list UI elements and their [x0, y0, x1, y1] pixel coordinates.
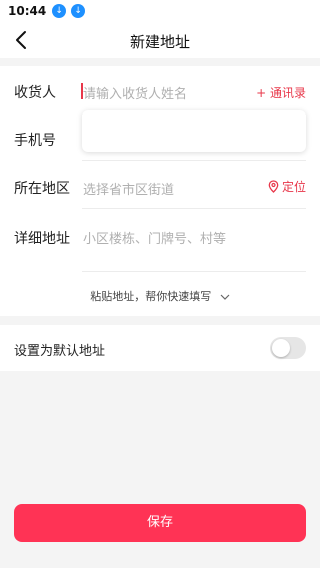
detail-label: 详细地址 — [14, 231, 70, 247]
page-title: 新建地址 — [129, 33, 190, 51]
navigation-bar: 新建地址 — [0, 22, 320, 58]
contacts-link[interactable]: + 通讯录 — [256, 84, 306, 101]
paste-hint-label: 粘贴地址，帮你快速填写 — [90, 290, 212, 303]
phone-label: 手机号 — [14, 133, 56, 149]
paste-address-toggle[interactable]: 粘贴地址，帮你快速填写 — [0, 288, 320, 304]
divider — [82, 271, 306, 272]
download-icon: ↓ — [52, 4, 67, 18]
address-form: 收货人 请输入收货人姓名 + 通讯录 手机号 所在地区 选择省市区街道 定位 详… — [0, 66, 320, 316]
divider — [82, 208, 306, 209]
receiver-label: 收货人 — [14, 85, 56, 101]
default-address-toggle[interactable] — [270, 337, 306, 359]
toggle-knob — [272, 339, 290, 357]
status-time: 10:44 — [8, 4, 47, 18]
status-bar: 10:44 ↓ ↓ — [0, 0, 320, 22]
default-address-label: 设置为默认地址 — [14, 344, 106, 359]
locate-button[interactable]: 定位 — [268, 178, 306, 195]
phone-input[interactable] — [82, 110, 306, 152]
chevron-down-icon — [220, 294, 230, 300]
location-pin-icon — [268, 180, 279, 193]
divider — [82, 160, 306, 161]
receiver-name-input[interactable]: 请输入收货人姓名 — [83, 83, 187, 102]
region-select[interactable]: 选择省市区街道 — [83, 179, 174, 198]
download-icon: ↓ — [71, 4, 86, 18]
save-button[interactable]: 保存 — [14, 504, 306, 542]
region-label: 所在地区 — [14, 181, 70, 197]
detail-address-input[interactable]: 小区楼栋、门牌号、村等 — [83, 228, 226, 247]
locate-label: 定位 — [281, 180, 306, 194]
default-address-row: 设置为默认地址 — [0, 325, 320, 371]
